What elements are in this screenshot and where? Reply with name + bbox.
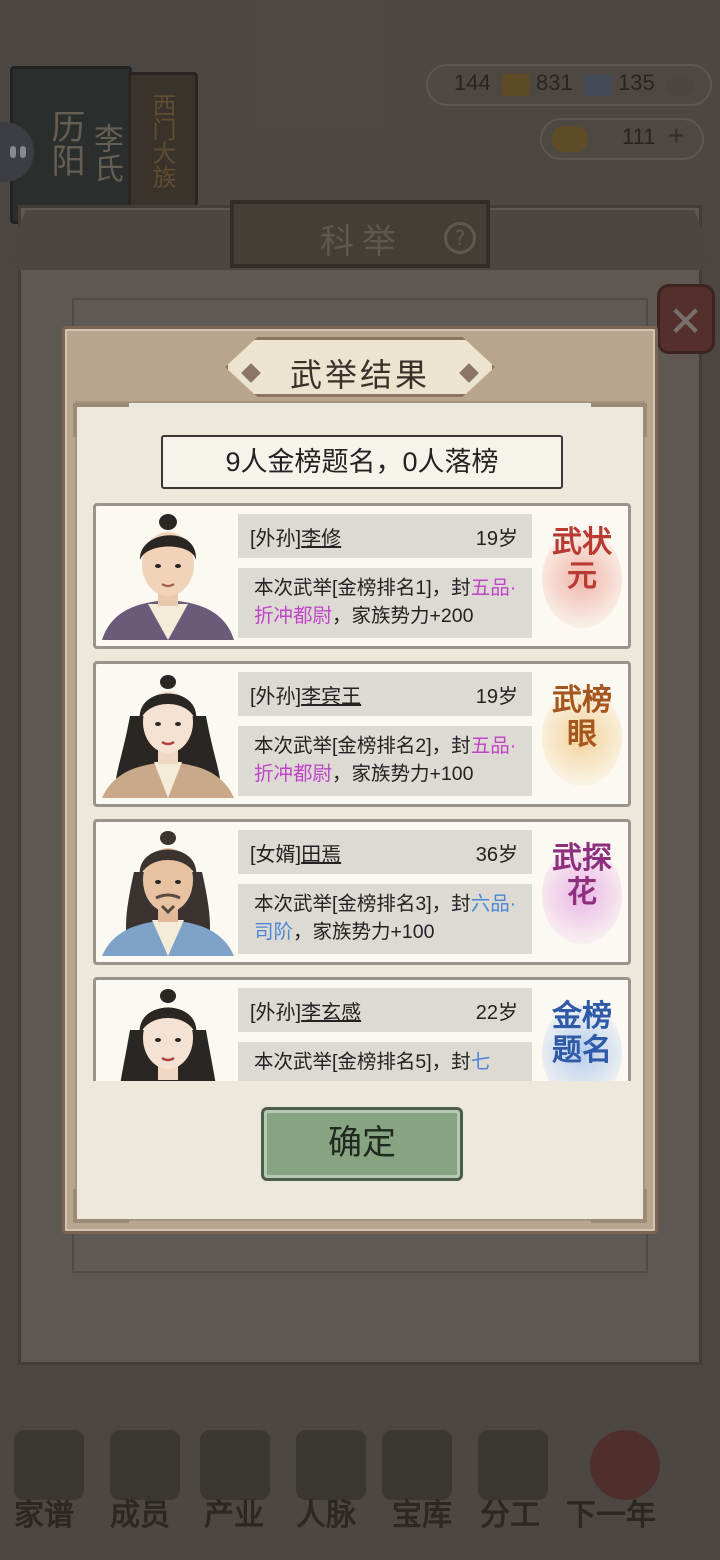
nav-network[interactable]: 人脉 <box>296 1490 356 1534</box>
coin-icon <box>666 74 694 96</box>
corner-ornament <box>591 1189 647 1223</box>
member-relation: [女婿] <box>250 844 302 866</box>
desc-text: 本次武举[金榜排名3]，封 <box>254 893 471 915</box>
member-age: 22岁 <box>475 1002 518 1024</box>
genealogy-icon <box>14 1430 84 1500</box>
network-icon <box>296 1430 366 1500</box>
member-name[interactable]: [外孙]李宾王 <box>250 680 361 709</box>
member-name-link[interactable]: 李修 <box>301 528 341 550</box>
member-name-row: [女婿]田焉 36岁 <box>238 830 532 874</box>
rank-badge: 武榜眼 <box>538 682 626 794</box>
exam-title: 科举 <box>320 222 404 262</box>
member-name[interactable]: [外孙]李玄感 <box>250 996 361 1025</box>
member-name-row: [外孙]李玄感 22岁 <box>238 988 532 1032</box>
corner-ornament <box>73 403 129 437</box>
badge-text: 金榜题名 <box>552 999 612 1068</box>
member-relation: [外孙] <box>250 528 302 550</box>
book-text-place: 历阳 <box>45 109 85 177</box>
exam-title-plate: 科举 ? <box>230 200 490 268</box>
corner-ornament <box>73 1189 129 1223</box>
nav-members[interactable]: 成员 <box>110 1490 170 1534</box>
close-button[interactable]: ✕ <box>657 284 715 354</box>
gold-ingot-icon <box>552 126 588 152</box>
member-age: 36岁 <box>475 844 518 866</box>
clan-book[interactable]: 西门大族 <box>128 72 198 222</box>
result-list[interactable]: [外孙]李修 19岁 本次武举[金榜排名1]，封五品·折冲都尉，家族势力+200… <box>91 503 631 1081</box>
nav-assignment[interactable]: 分工 <box>480 1490 540 1534</box>
chat-icon[interactable] <box>0 122 34 182</box>
gold-bar-icon <box>502 74 530 96</box>
member-age: 19岁 <box>475 686 518 708</box>
badge-text: 武探花 <box>552 841 612 910</box>
book-text-surname: 李氏 <box>88 123 123 183</box>
resource-bar: 144 831 135 <box>426 64 712 106</box>
plus-icon[interactable]: + <box>668 120 684 152</box>
result-dialog: 武举结果 9人金榜题名，0人落榜 [外孙]李修 19岁 本次武举[金榜排名1]，… <box>62 326 658 1234</box>
badge-text: 武状元 <box>552 525 612 594</box>
desc-text: 本次武举[金榜排名1]，封 <box>254 577 471 599</box>
member-age: 19岁 <box>475 528 518 550</box>
confirm-button[interactable]: 确定 <box>261 1107 463 1181</box>
members-icon <box>110 1430 180 1500</box>
rank-title: 七 <box>470 1051 491 1073</box>
result-description: 本次武举[金榜排名2]，封五品·折冲都尉，家族势力+100 <box>238 726 532 796</box>
badge-text: 武榜眼 <box>552 683 612 752</box>
member-name[interactable]: [外孙]李修 <box>250 522 341 551</box>
result-card: [外孙]李修 19岁 本次武举[金榜排名1]，封五品·折冲都尉，家族势力+200… <box>93 503 631 649</box>
industry-icon <box>200 1430 270 1500</box>
dialog-title-plaque: 武举结果 <box>225 337 495 397</box>
result-description: 本次武举[金榜排名1]，封五品·折冲都尉，家族势力+200 <box>238 568 532 638</box>
desc-text: 本次武举[金榜排名2]，封 <box>254 735 471 757</box>
avatar <box>102 828 234 956</box>
result-card: [外孙]李玄感 22岁 本次武举[金榜排名5]，封七 金榜题名 <box>93 977 631 1081</box>
member-name-link[interactable]: 田焉 <box>301 844 341 866</box>
rank-badge: 武状元 <box>538 524 626 636</box>
desc-reward: ，家族势力+100 <box>332 763 474 785</box>
resource-1-value: 144 <box>454 70 491 95</box>
help-icon[interactable]: ? <box>444 222 476 254</box>
resource-3-value: 135 <box>618 70 655 95</box>
book-text-clan: 西门大族 <box>148 93 176 189</box>
nav-treasury[interactable]: 宝库 <box>392 1490 452 1534</box>
corner-ornament <box>591 403 647 437</box>
ingot-value: 111 <box>622 124 656 149</box>
assignment-icon <box>478 1430 548 1500</box>
avatar <box>102 670 234 798</box>
member-name[interactable]: [女婿]田焉 <box>250 838 341 867</box>
silver-bar-icon <box>584 74 612 96</box>
result-card: [外孙]李宾王 19岁 本次武举[金榜排名2]，封五品·折冲都尉，家族势力+10… <box>93 661 631 807</box>
result-description: 本次武举[金榜排名3]，封六品·司阶，家族势力+100 <box>238 884 532 954</box>
family-book[interactable]: 历阳 李氏 <box>10 66 132 224</box>
close-icon: ✕ <box>668 297 704 346</box>
member-name-link[interactable]: 李宾王 <box>301 686 361 708</box>
next-year-icon <box>590 1430 660 1500</box>
dialog-title: 武举结果 <box>289 356 430 394</box>
nav-next-year[interactable]: 下一年 <box>566 1490 656 1534</box>
rank-badge: 金榜题名 <box>538 998 626 1081</box>
avatar <box>102 512 234 640</box>
exam-window-roof <box>4 210 716 270</box>
desc-reward: ，家族势力+100 <box>293 921 435 943</box>
resource-2-value: 831 <box>536 70 573 95</box>
bottom-nav: 家谱 成员 产业 人脉 宝库 分工 下一年 <box>0 1420 720 1560</box>
nav-industry[interactable]: 产业 <box>204 1490 264 1534</box>
member-name-row: [外孙]李修 19岁 <box>238 514 532 558</box>
member-relation: [外孙] <box>250 1002 302 1024</box>
rank-badge: 武探花 <box>538 840 626 952</box>
result-card: [女婿]田焉 36岁 本次武举[金榜排名3]，封六品·司阶，家族势力+100 武… <box>93 819 631 965</box>
result-summary: 9人金榜题名，0人落榜 <box>161 435 563 489</box>
avatar <box>102 986 234 1081</box>
nav-genealogy[interactable]: 家谱 <box>14 1490 74 1534</box>
desc-reward: ，家族势力+200 <box>332 605 474 627</box>
member-name-link[interactable]: 李玄感 <box>301 1002 361 1024</box>
member-name-row: [外孙]李宾王 19岁 <box>238 672 532 716</box>
treasury-icon <box>382 1430 452 1500</box>
result-description: 本次武举[金榜排名5]，封七 <box>238 1042 532 1081</box>
member-relation: [外孙] <box>250 686 302 708</box>
ingot-bar[interactable]: 111 + <box>540 118 704 160</box>
desc-text: 本次武举[金榜排名5]，封 <box>254 1051 471 1073</box>
